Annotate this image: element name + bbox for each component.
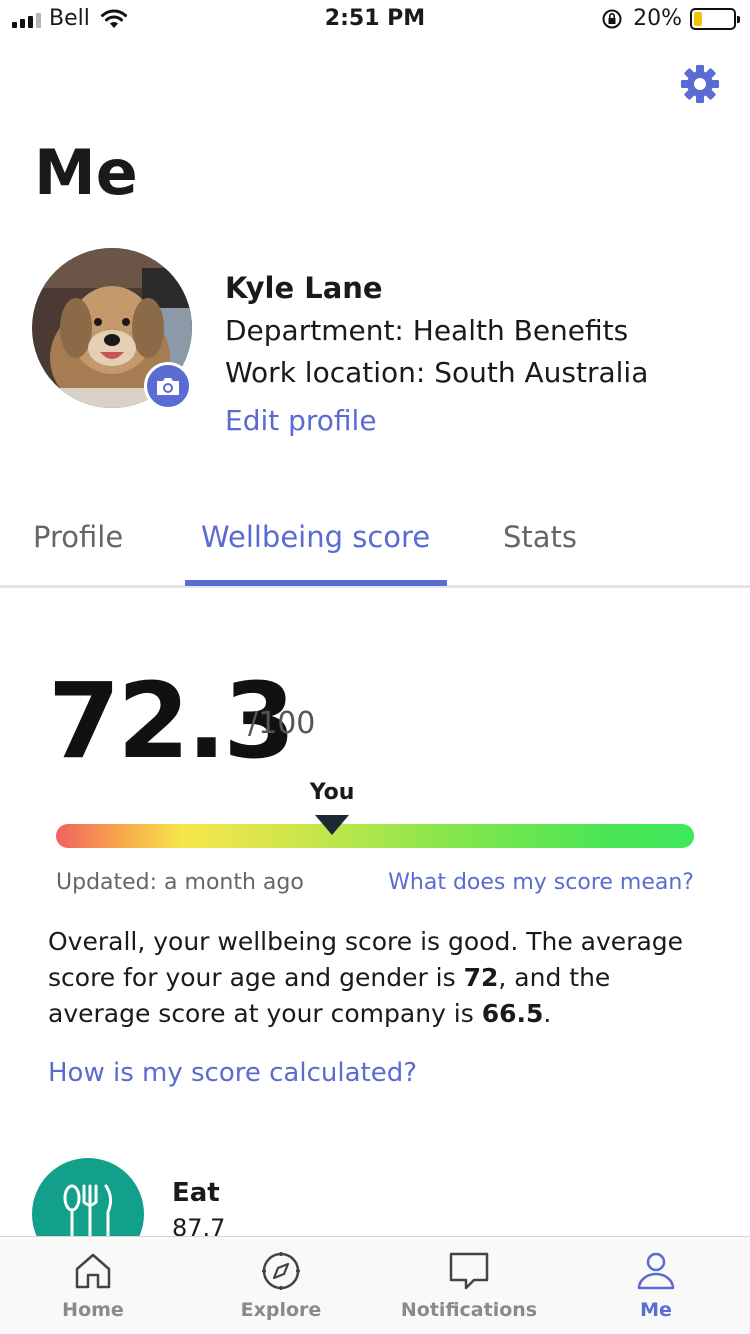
battery-level [694,11,702,26]
score-gradient-bar [56,824,694,848]
nav-explore-label: Explore [240,1299,322,1321]
score-meaning-link[interactable]: What does my score mean? [388,870,694,895]
updated-label: Updated: a month ago [56,870,304,895]
gear-icon[interactable] [680,64,720,104]
camera-icon [157,378,179,395]
nav-me[interactable]: Me [576,1251,736,1321]
wellbeing-score-max: /100 [248,706,316,741]
score-summary: Overall, your wellbeing score is good. T… [48,924,708,1032]
person-icon [637,1252,675,1290]
summary-text-3: . [543,999,552,1028]
rotation-lock-icon [602,9,622,28]
status-bar: Bell 2:51 PM 20% [0,0,750,40]
score-calculation-link[interactable]: How is my score calculated? [48,1058,417,1088]
camera-button[interactable] [144,362,192,410]
nav-home[interactable]: Home [13,1251,173,1321]
age-gender-average: 72 [463,963,499,992]
status-right: 20% [601,6,740,31]
profile-info: Kyle Lane Department: Health Benefits Wo… [225,266,648,442]
chat-bubble-icon [449,1252,489,1290]
you-label: You [309,780,355,805]
nav-notifications[interactable]: Notifications [389,1251,549,1321]
battery-icon [690,7,740,30]
nav-me-label: Me [640,1299,672,1321]
battery-percent: 20% [633,6,682,31]
nav-home-label: Home [62,1299,124,1321]
tab-profile[interactable]: Profile [33,520,123,554]
bottom-nav: Home Explore Notifications Me [0,1236,750,1334]
tab-bar: Profile Wellbeing score Stats [0,512,750,588]
active-tab-indicator [185,580,447,586]
edit-profile-link[interactable]: Edit profile [225,400,377,442]
profile-name: Kyle Lane [225,271,383,305]
profile-location: Work location: South Australia [225,356,649,389]
page-title: Me [34,136,138,209]
company-average: 66.5 [481,999,544,1028]
nav-explore[interactable]: Explore [201,1251,361,1321]
home-icon [75,1253,111,1289]
you-marker-icon [315,815,350,835]
nav-notifications-label: Notifications [400,1299,538,1321]
tab-wellbeing-score[interactable]: Wellbeing score [201,520,430,554]
eat-category-name: Eat [172,1178,220,1208]
tab-stats[interactable]: Stats [503,520,577,554]
compass-icon [262,1252,300,1290]
profile-department: Department: Health Benefits [225,314,629,347]
